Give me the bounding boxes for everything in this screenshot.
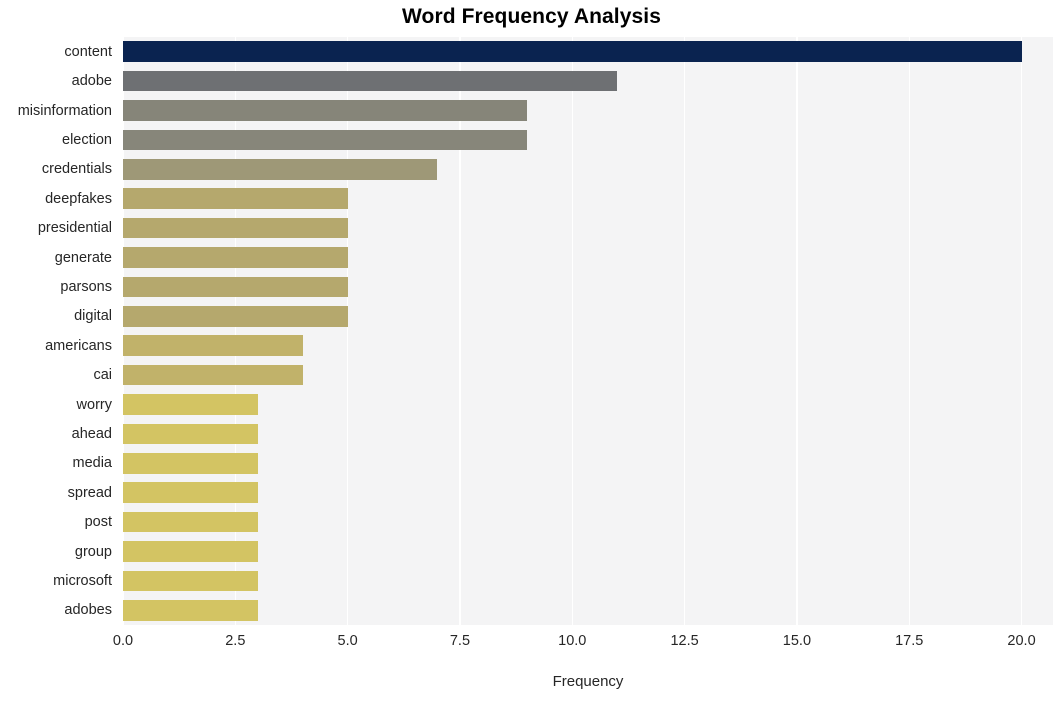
- bar-adobe: [123, 70, 618, 92]
- y-tick-label-cai: cai: [93, 367, 112, 384]
- plot-area: [123, 37, 1053, 625]
- bar-microsoft: [123, 570, 258, 592]
- y-tick-label-post: post: [84, 514, 112, 531]
- y-tick-label-presidential: presidential: [37, 220, 112, 237]
- y-tick-label-ahead: ahead: [71, 425, 112, 442]
- bars-layer: [123, 37, 1053, 625]
- bar-row: [123, 453, 1053, 474]
- bar-row: [123, 364, 1053, 386]
- y-tick-label-adobes: adobes: [64, 602, 112, 619]
- bar-row: [123, 306, 1053, 327]
- bar-deepfakes: [123, 188, 348, 209]
- y-tick-label-parsons: parsons: [60, 278, 112, 295]
- x-tick-label-17.5: 17.5: [895, 633, 924, 649]
- bar-digital: [123, 306, 348, 327]
- x-tick-label-20.0: 20.0: [1007, 633, 1036, 649]
- y-tick-label-content: content: [64, 43, 112, 60]
- bar-group: [123, 541, 258, 562]
- bar-row: [123, 511, 1053, 533]
- bar-row: [123, 159, 1053, 180]
- bar-row: [123, 570, 1053, 592]
- bar-ahead: [123, 423, 258, 445]
- y-tick-label-misinformation: misinformation: [17, 102, 112, 119]
- y-tick-label-election: election: [62, 131, 112, 148]
- word-frequency-chart-figure: Word Frequency Analysis content adobe misi…: [0, 0, 1063, 701]
- bar-row: [123, 600, 1053, 621]
- bar-row: [123, 394, 1053, 415]
- bar-row: [123, 217, 1053, 239]
- bar-row: [123, 41, 1053, 62]
- bar-row: [123, 335, 1053, 356]
- bar-cai: [123, 364, 303, 386]
- y-axis-tick-labels: content adobe misinformation election creden…: [0, 37, 123, 625]
- bar-row: [123, 482, 1053, 503]
- chart-title: Word Frequency Analysis: [401, 5, 662, 28]
- bar-row: [123, 188, 1053, 209]
- bar-worry: [123, 394, 258, 415]
- bar-presidential: [123, 217, 348, 239]
- y-tick-label-microsoft: microsoft: [53, 572, 112, 589]
- bar-row: [123, 541, 1053, 562]
- x-axis-label: Frequency: [552, 673, 624, 690]
- bar-spread: [123, 482, 258, 503]
- bar-parsons: [123, 276, 348, 298]
- y-tick-label-group: group: [74, 543, 112, 560]
- bar-media: [123, 453, 258, 474]
- bar-row: [123, 247, 1053, 268]
- bar-row: [123, 129, 1053, 151]
- bar-generate: [123, 247, 348, 268]
- x-tick-label-7.5: 7.5: [449, 633, 471, 649]
- bar-credentials: [123, 159, 438, 180]
- y-tick-label-adobe: adobe: [71, 73, 112, 90]
- x-tick-label-2.5: 2.5: [225, 633, 246, 649]
- y-tick-label-deepfakes: deepfakes: [45, 190, 112, 207]
- y-tick-label-media: media: [72, 455, 113, 472]
- x-tick-label-5.0: 5.0: [337, 633, 358, 649]
- bar-adobes: [123, 600, 258, 621]
- y-tick-label-americans: americans: [45, 337, 112, 354]
- x-tick-label-10.0: 10.0: [558, 633, 587, 649]
- x-tick-label-15.0: 15.0: [782, 633, 812, 649]
- y-tick-label-spread: spread: [67, 484, 112, 501]
- bar-misinformation: [123, 100, 528, 121]
- bar-row: [123, 100, 1053, 121]
- y-tick-label-generate: generate: [54, 249, 112, 266]
- x-axis-tick-labels: 0.0 2.5 5.0 7.5 10.0 12.5 15.0 17.5 20.0: [0, 625, 1063, 665]
- y-tick-label-credentials: credentials: [41, 161, 112, 178]
- bar-content: [123, 41, 1022, 62]
- bar-row: [123, 70, 1053, 92]
- x-tick-label-0.0: 0.0: [112, 633, 134, 649]
- y-tick-label-digital: digital: [74, 308, 112, 325]
- bar-row: [123, 423, 1053, 445]
- bar-americans: [123, 335, 303, 356]
- bar-post: [123, 511, 258, 533]
- bar-row: [123, 276, 1053, 298]
- y-tick-label-worry: worry: [76, 396, 112, 413]
- bar-election: [123, 129, 528, 151]
- x-tick-label-12.5: 12.5: [670, 633, 699, 649]
